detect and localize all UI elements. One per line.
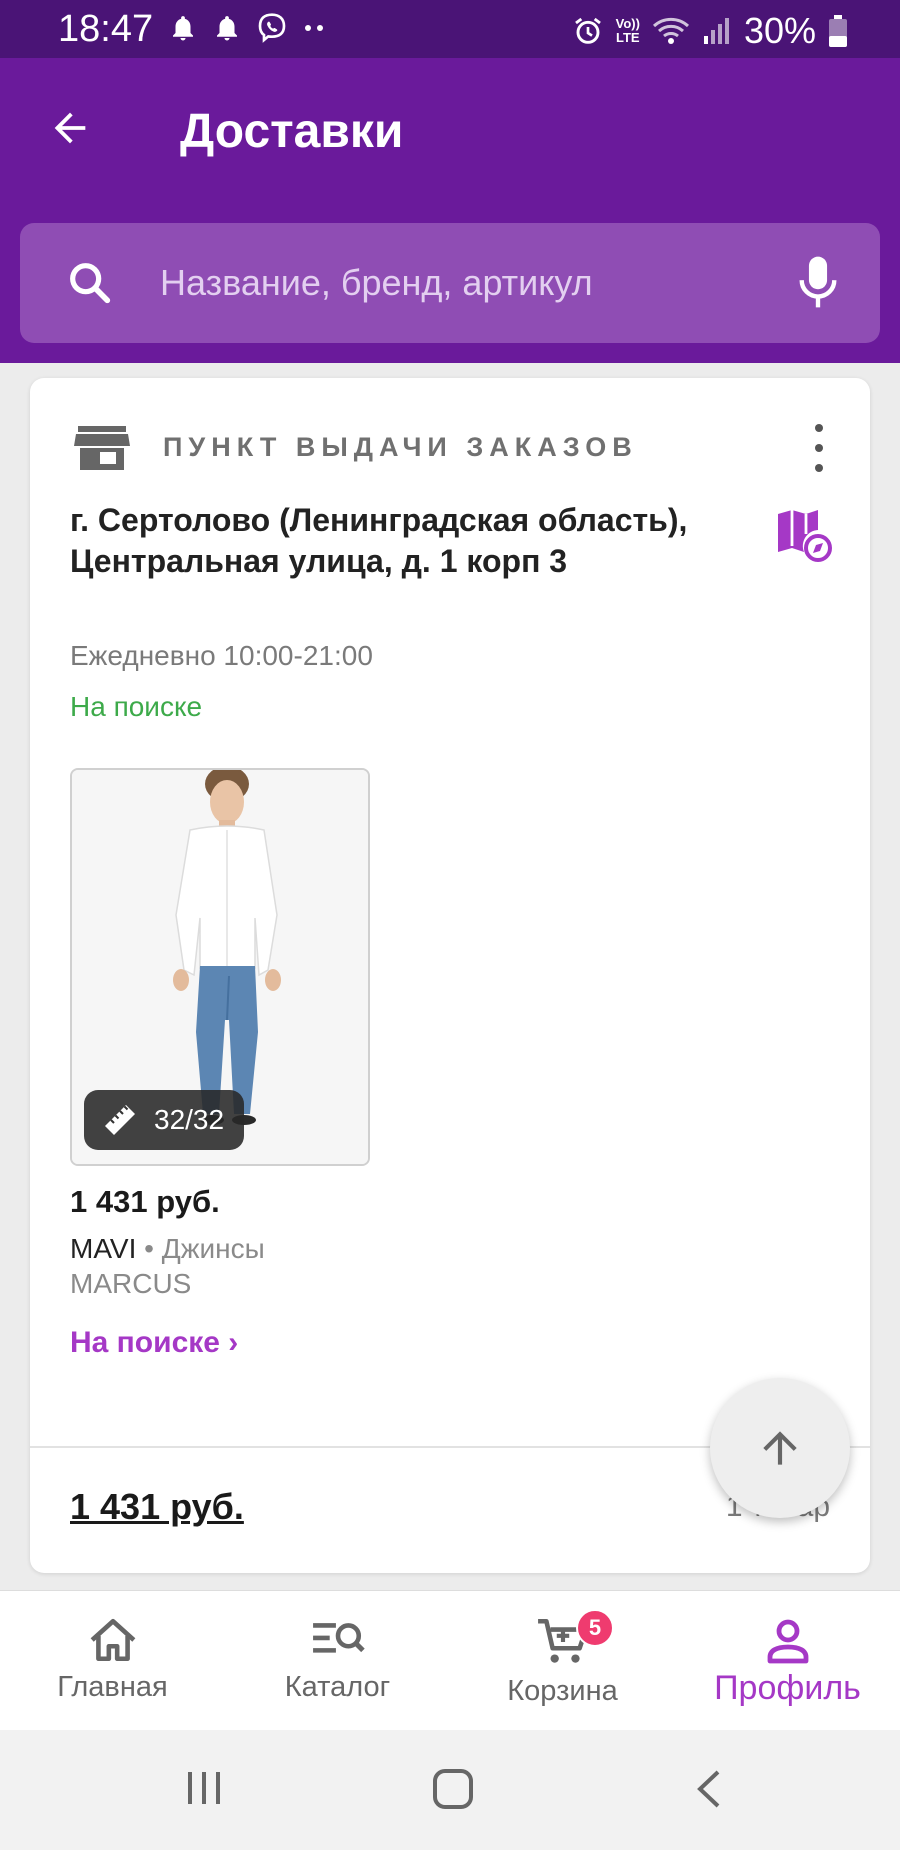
signal-icon: [703, 18, 729, 44]
volte-icon: Vo)) LTE: [615, 16, 640, 45]
more-notifications-icon: [305, 25, 323, 31]
alarm-bell-icon: [217, 16, 237, 41]
recent-apps-icon[interactable]: [184, 1768, 224, 1808]
alarm-bell-icon: [173, 16, 193, 41]
back-button[interactable]: [40, 98, 100, 158]
more-options-button[interactable]: [804, 424, 834, 472]
product-image[interactable]: 32/32: [70, 768, 370, 1166]
page-title: Доставки: [180, 105, 404, 158]
arrow-up-icon: [763, 1431, 797, 1465]
nav-cart-label: Корзина: [507, 1675, 618, 1707]
ruler-icon: [105, 1105, 135, 1135]
nav-profile-label: Профиль: [714, 1669, 861, 1707]
search-bar[interactable]: [20, 223, 880, 343]
nav-cart[interactable]: 5 Корзина: [450, 1591, 675, 1731]
search-icon: [70, 263, 111, 304]
scroll-top-button[interactable]: [710, 1378, 850, 1518]
brand-separator: •: [136, 1233, 162, 1264]
item-status-link[interactable]: На поиске ›: [70, 1326, 238, 1360]
back-button-icon[interactable]: [692, 1768, 726, 1810]
nav-catalog-label: Каталог: [284, 1671, 391, 1703]
arrow-back-icon: [54, 112, 86, 144]
status-bar: 18:47 Vo)) LTE 30%: [0, 0, 900, 58]
battery-percent: 30%: [743, 10, 816, 51]
item-price: 1 431 руб.: [70, 1184, 220, 1219]
nav-home[interactable]: Главная: [0, 1591, 225, 1731]
store-icon: [74, 426, 130, 470]
notification-icons: [168, 12, 328, 44]
dot-icon: [815, 424, 823, 432]
dot-icon: [815, 464, 823, 472]
home-button-icon[interactable]: [432, 1768, 474, 1810]
working-hours: Ежедневно 10:00-21:00: [70, 640, 373, 671]
item-brand-line: MAVI • Джинсы: [70, 1233, 265, 1265]
system-navigation-bar: [0, 1730, 900, 1850]
catalog-search-icon: [312, 1623, 365, 1653]
app-header: Доставки: [0, 58, 900, 363]
home-icon: [90, 1618, 135, 1662]
map-button[interactable]: [776, 508, 832, 569]
item-brand: MAVI: [70, 1233, 137, 1264]
viber-icon: [258, 13, 286, 43]
microphone-icon[interactable]: [796, 253, 840, 311]
nav-catalog[interactable]: Каталог: [225, 1591, 450, 1731]
pickup-address: г. Сертолово (Ленинградская область), Це…: [70, 502, 688, 579]
pickup-type-label: ПУНКТ ВЫДАЧИ ЗАКАЗОВ: [163, 432, 638, 462]
item-category: Джинсы: [161, 1233, 265, 1264]
wifi-icon: [652, 17, 689, 44]
cart-count-badge: 5: [576, 1609, 614, 1647]
size-badge: 32/32: [84, 1090, 245, 1150]
order-total[interactable]: 1 431 руб.: [70, 1486, 244, 1528]
dot-icon: [815, 444, 823, 452]
battery-icon: [829, 15, 847, 47]
alarm-clock-icon: [574, 17, 601, 44]
clock: 18:47: [58, 8, 154, 50]
system-status-icons: Vo)) LTE 30%: [572, 10, 848, 52]
item-model: MARCUS: [70, 1268, 192, 1299]
bottom-navigation: Главная Каталог 5 Корзина Профиль: [0, 1590, 900, 1730]
nav-profile[interactable]: Профиль: [675, 1591, 900, 1731]
size-label: 32/32: [154, 1104, 225, 1135]
order-status: На поиске: [70, 691, 203, 722]
search-input[interactable]: [160, 247, 780, 319]
profile-icon: [767, 1619, 808, 1664]
map-compass-icon: [778, 510, 832, 562]
nav-home-label: Главная: [57, 1671, 168, 1703]
